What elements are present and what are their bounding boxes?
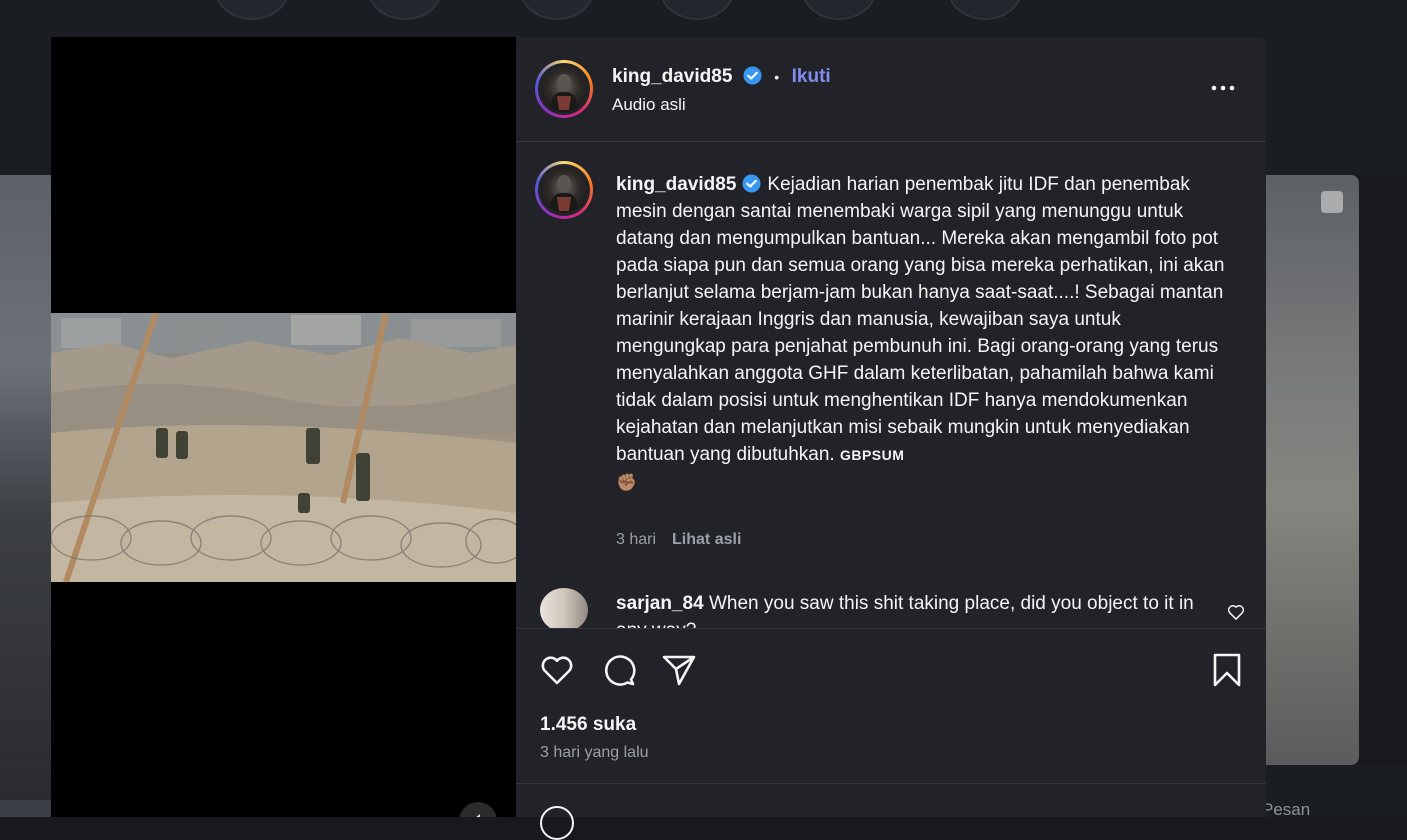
action-bar: 1.456 suka 3 hari yang lalu bbox=[516, 628, 1266, 784]
post-date: 3 hari yang lalu bbox=[540, 744, 649, 761]
messages-label[interactable]: Pesan bbox=[1262, 800, 1310, 820]
comment-username[interactable]: sarjan_84 bbox=[616, 593, 704, 614]
audio-label[interactable]: Audio asli bbox=[612, 95, 686, 115]
story-avatar[interactable] bbox=[948, 0, 1022, 20]
separator-dot: • bbox=[774, 69, 780, 85]
send-icon[interactable] bbox=[660, 651, 698, 689]
post-header: king_david85 • Ikuti Audio asli bbox=[516, 37, 1266, 142]
follow-button[interactable]: Ikuti bbox=[792, 66, 831, 87]
multi-post-icon bbox=[1321, 191, 1343, 213]
story-avatar[interactable] bbox=[660, 0, 734, 20]
add-comment-bar bbox=[516, 783, 1266, 840]
comment-item: sarjan_84 When you saw this shit taking … bbox=[616, 590, 1196, 628]
mute-icon bbox=[476, 814, 480, 817]
story-avatar[interactable] bbox=[215, 0, 289, 20]
video-frame bbox=[51, 313, 516, 582]
caption-meta: 3 hari Lihat asli bbox=[616, 531, 741, 549]
caption-text: Kejadian harian penembak jitu IDF dan pe… bbox=[616, 174, 1225, 465]
background-strip bbox=[0, 800, 52, 817]
post-details-panel: king_david85 • Ikuti Audio asli king_dav… bbox=[516, 37, 1266, 840]
caption-emoji: ✊🏽 bbox=[616, 473, 638, 492]
post-video[interactable] bbox=[51, 37, 516, 817]
story-avatar[interactable] bbox=[368, 0, 442, 20]
background-previous-post bbox=[0, 175, 52, 800]
comment-bubble-icon[interactable] bbox=[600, 651, 638, 689]
verified-badge-icon bbox=[742, 174, 761, 193]
mute-button[interactable] bbox=[459, 802, 497, 817]
story-avatar[interactable] bbox=[802, 0, 876, 20]
verified-badge-icon bbox=[743, 66, 762, 85]
emoji-icon[interactable] bbox=[540, 806, 574, 840]
heart-icon[interactable] bbox=[538, 651, 576, 689]
heart-small-icon[interactable] bbox=[1226, 602, 1246, 622]
more-options-icon[interactable] bbox=[1210, 75, 1236, 101]
video-scene bbox=[51, 313, 516, 582]
post-caption: king_david85 Kejadian harian penembak jit… bbox=[616, 171, 1226, 496]
background-next-post bbox=[1266, 175, 1359, 765]
caption-author-avatar[interactable] bbox=[535, 161, 593, 219]
caption-author-photo bbox=[549, 175, 579, 213]
see-original-link[interactable]: Lihat asli bbox=[672, 531, 741, 548]
author-photo bbox=[549, 74, 579, 112]
caption-time[interactable]: 3 hari bbox=[616, 531, 656, 548]
caption-username[interactable]: king_david85 bbox=[616, 174, 736, 195]
bookmark-icon[interactable] bbox=[1208, 651, 1246, 689]
story-avatar[interactable] bbox=[520, 0, 594, 20]
commenter-avatar[interactable] bbox=[540, 588, 588, 632]
likes-count[interactable]: 1.456 suka bbox=[540, 714, 636, 736]
author-username[interactable]: king_david85 bbox=[612, 66, 732, 87]
author-avatar[interactable] bbox=[535, 60, 593, 118]
header-title-row: king_david85 • Ikuti bbox=[612, 66, 831, 88]
caption-tag[interactable]: GBPSUM bbox=[840, 447, 904, 463]
